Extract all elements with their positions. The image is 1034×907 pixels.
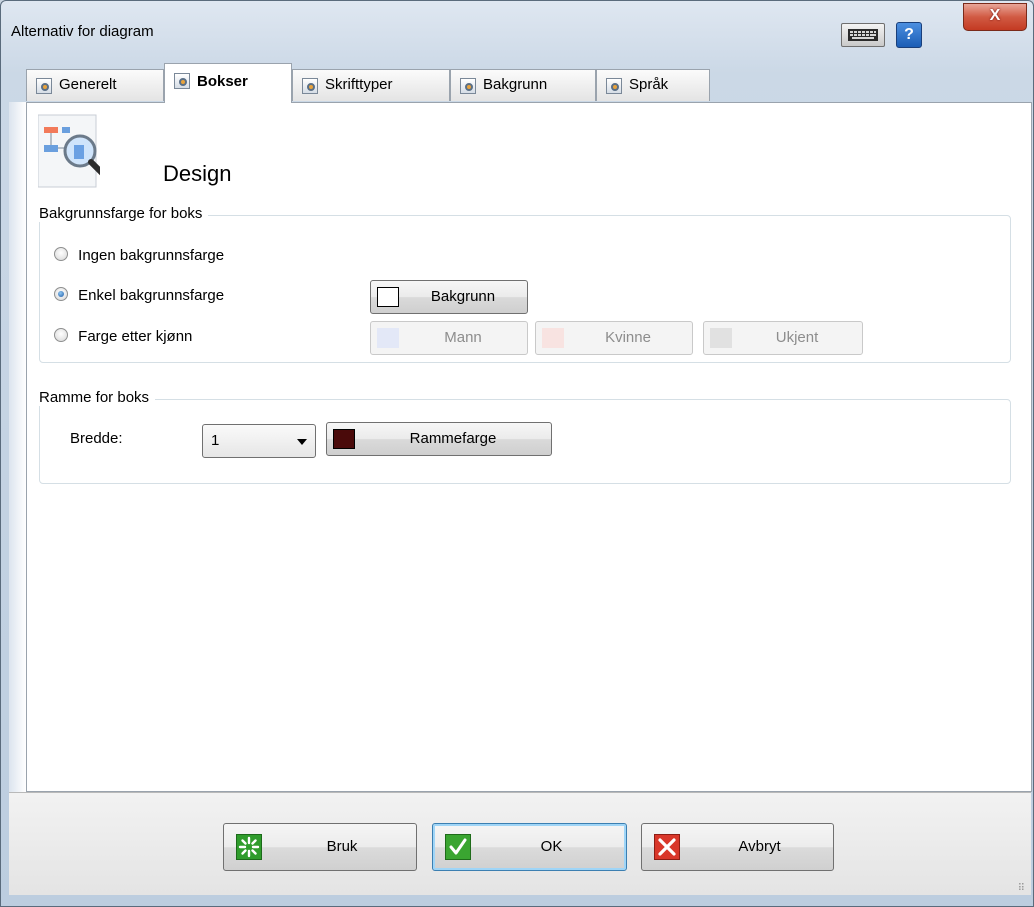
close-x-icon (654, 834, 680, 860)
width-select[interactable]: 1 (202, 424, 316, 458)
button-label: OK (540, 838, 563, 855)
background-group: Bakgrunnsfarge for boks Ingen bakgrunnsf… (39, 205, 1011, 363)
apply-icon (236, 834, 262, 860)
color-swatch (542, 328, 564, 348)
color-swatch (377, 328, 399, 348)
color-swatch (710, 328, 732, 348)
button-label: Rammefarge (409, 430, 497, 447)
tab-bakgrunn[interactable]: Bakgrunn (450, 69, 596, 101)
tab-panel-bokser: Design Bakgrunnsfarge for boks Ingen bak… (26, 102, 1032, 792)
color-swatch (333, 429, 355, 449)
color-swatch (377, 287, 399, 307)
settings-icon (36, 78, 52, 94)
settings-icon (302, 78, 318, 94)
female-color-button[interactable]: Kvinne (535, 321, 693, 355)
section-title: Design (163, 161, 232, 186)
dialog-window: Alternativ for diagram ? X Generelt Boks… (0, 0, 1034, 907)
title-bar[interactable]: Alternativ for diagram ? X (1, 1, 1033, 57)
radio-label: Ingen bakgrunnsfarge (78, 247, 225, 264)
width-label: Bredde: (70, 430, 123, 447)
dropdown-arrow-icon (297, 439, 307, 445)
close-button[interactable]: X (963, 3, 1027, 31)
radio-button[interactable] (54, 328, 68, 342)
radio-label: Farge etter kjønn (78, 328, 193, 345)
frame-group: Ramme for boks Bredde: 1 Rammefarge (39, 389, 1011, 484)
background-color-button[interactable]: Bakgrunn (370, 280, 528, 314)
background-group-title: Bakgrunnsfarge for boks (39, 205, 209, 222)
radio-button-checked[interactable] (54, 287, 68, 301)
settings-icon (174, 73, 190, 89)
help-button[interactable]: ? (896, 22, 922, 48)
radio-button[interactable] (54, 247, 68, 261)
tab-sprak[interactable]: Språk (596, 69, 710, 101)
cancel-button[interactable]: Avbryt (641, 823, 834, 871)
settings-icon (460, 78, 476, 94)
keyboard-icon[interactable] (841, 23, 885, 47)
tab-generelt[interactable]: Generelt (26, 69, 164, 101)
button-label: Bakgrunn (430, 288, 496, 305)
radio-single-background[interactable]: Enkel bakgrunnsfarge (54, 286, 224, 308)
button-label: Mann (444, 329, 482, 346)
width-value: 1 (211, 432, 220, 449)
left-edge (9, 102, 26, 792)
tab-bokser[interactable]: Bokser (164, 63, 292, 103)
tab-label: Generelt (59, 76, 117, 93)
tab-label: Skrifttyper (325, 76, 393, 93)
radio-gender-color[interactable]: Farge etter kjønn (54, 327, 192, 349)
tab-label: Språk (629, 76, 669, 93)
ok-button[interactable]: OK (432, 823, 627, 871)
window-title: Alternativ for diagram (11, 23, 154, 40)
button-label: Avbryt (738, 838, 781, 855)
checkmark-icon (445, 834, 471, 860)
button-label: Kvinne (605, 329, 651, 346)
frame-color-button[interactable]: Rammefarge (326, 422, 552, 456)
tab-skrifttyper[interactable]: Skrifttyper (292, 69, 450, 101)
settings-icon (606, 78, 622, 94)
tab-label: Bakgrunn (483, 76, 548, 93)
resize-grip-icon[interactable]: ⠿ (1018, 883, 1025, 894)
radio-no-background[interactable]: Ingen bakgrunnsfarge (54, 246, 224, 268)
male-color-button[interactable]: Mann (370, 321, 528, 355)
button-label: Ukjent (775, 329, 819, 346)
button-label: Bruk (326, 838, 358, 855)
apply-button[interactable]: Bruk (223, 823, 417, 871)
tab-label: Bokser (197, 73, 248, 90)
frame-group-title: Ramme for boks (39, 389, 156, 406)
unknown-color-button[interactable]: Ukjent (703, 321, 863, 355)
radio-label: Enkel bakgrunnsfarge (78, 287, 225, 304)
design-magnifier-icon (37, 113, 111, 189)
